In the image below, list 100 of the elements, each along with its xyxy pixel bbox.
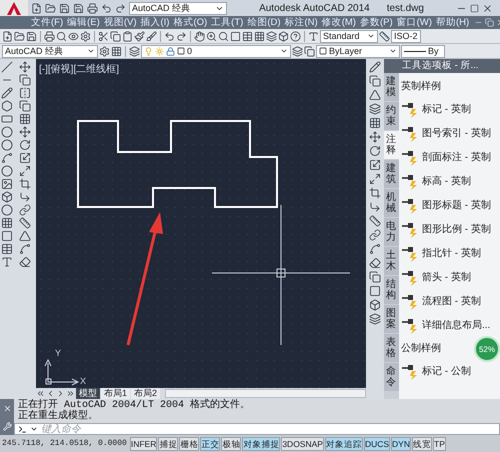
move-arrows-icon[interactable] [18,126,30,138]
wrench-icon[interactable] [2,422,12,430]
status-toggle[interactable]: DYN [391,436,411,450]
layers-icon[interactable] [129,46,140,56]
palette-tab[interactable]: 命令 [384,363,399,391]
line-icon[interactable] [1,61,13,73]
status-toggle[interactable]: 对象捕捉 [242,436,280,450]
speed-badge[interactable]: 52% [474,336,500,362]
palette-tab[interactable]: 建筑 [384,160,399,188]
scissors-icon[interactable] [98,30,109,42]
table-icon[interactable] [242,30,253,42]
brush-icon[interactable] [146,30,157,42]
grid-icon[interactable] [111,46,122,56]
palette-tool[interactable]: 图形比例 - 英制 [422,222,491,236]
viewport-label[interactable]: [-][俯视][二维线框] [39,62,119,76]
open-folder-icon[interactable] [14,30,25,42]
status-toggle[interactable]: 栅格 [179,436,200,450]
zoom-in-icon[interactable] [206,30,217,42]
spline-icon[interactable] [1,152,13,164]
status-toggle[interactable]: 对象追踪 [324,436,363,450]
palette-tab[interactable]: 结构 [384,276,399,304]
hand-icon[interactable] [194,30,205,42]
palette-tool[interactable]: 剖面标注 - 英制 [422,150,491,164]
gear-icon[interactable] [99,46,110,56]
rotate-icon[interactable] [369,145,381,157]
layers-icon[interactable] [369,103,381,115]
copy-icon[interactable] [369,75,381,87]
palette-tool[interactable]: 流程图 - 英制 [422,294,481,308]
palette-tab[interactable]: 注释 [384,131,399,159]
layout-tab[interactable]: 布局2 [131,388,160,399]
previous-tab-icon[interactable] [46,389,55,398]
eraser-icon[interactable] [18,256,30,268]
stretch-icon[interactable] [369,173,381,185]
printer-icon[interactable] [87,2,98,14]
open-folder-icon[interactable] [45,2,56,14]
redo-icon[interactable] [176,30,187,42]
palette-tab[interactable]: 机械 [384,189,399,217]
stretch-icon[interactable] [18,165,30,177]
menu-item[interactable]: 文件(F) [30,16,64,29]
drawing-canvas[interactable]: [-][俯视][二维线框] Y X [36,59,366,388]
text-icon[interactable] [1,256,13,268]
dim-style-dropdown[interactable]: ISO-2 [391,30,421,42]
workspace-dropdown[interactable]: AutoCAD 经典 [129,2,227,14]
rectangle-icon[interactable] [1,113,13,125]
save-icon[interactable] [59,2,70,14]
status-toggle[interactable]: DUCS [364,436,390,450]
rotate-icon[interactable] [18,139,30,151]
status-toggle[interactable]: INFER [130,436,158,450]
move-icon[interactable] [369,131,381,143]
magnifier-icon[interactable] [56,30,67,42]
palette-tool[interactable]: 标高 - 英制 [422,174,471,188]
polygon-icon[interactable] [1,100,13,112]
pencil-icon[interactable] [369,61,381,73]
palette-tool[interactable]: 图号索引 - 英制 [422,126,491,140]
first-tab-icon[interactable] [36,389,45,398]
undo-icon[interactable] [164,30,175,42]
palette-tab[interactable]: 约束 [384,102,399,130]
redo-icon[interactable] [115,2,126,14]
workspace-dropdown[interactable]: AutoCAD 经典 [2,44,98,58]
palette-tab[interactable]: 土木 [384,247,399,275]
app-menu-button[interactable] [0,0,28,16]
linetype-dropdown[interactable]: By [401,44,445,58]
palette-tab[interactable]: 图案 [384,305,399,333]
layout-tab[interactable]: 布局1 [101,388,130,399]
status-toggle[interactable]: TP [433,436,446,450]
eye-icon[interactable] [68,30,79,42]
move-icon[interactable] [18,61,30,73]
palette-tab[interactable]: 建模 [384,73,399,101]
save-as-icon[interactable] [73,2,84,14]
scale-icon[interactable] [18,152,30,164]
horizontal-scrollbar[interactable] [165,389,366,398]
status-toggle[interactable]: 线宽 [412,436,432,450]
status-toggle[interactable]: 极轴 [221,436,242,450]
palette-tab[interactable]: 表格 [384,334,399,362]
restore-icon[interactable] [485,18,494,27]
layers-icon[interactable] [266,30,277,42]
menu-item[interactable]: 格式(O) [172,16,208,29]
menu-item[interactable]: 窗口(W) [396,16,433,29]
palette-tool[interactable]: 图形标题 - 英制 [422,198,491,212]
palette-tool[interactable]: 标记 - 公制 [422,364,471,378]
text-style-icon[interactable] [308,30,319,42]
palette-tab[interactable]: 电力 [384,218,399,246]
color-dropdown[interactable]: ByLayer [316,44,400,58]
maximize-icon[interactable] [470,4,480,12]
grid-icon[interactable] [254,30,265,42]
printer-icon[interactable] [44,30,55,42]
table-icon[interactable] [1,243,13,255]
status-toggle[interactable]: 捕捉 [158,436,178,450]
text-style-dropdown[interactable]: Standard [320,30,378,42]
menu-item[interactable]: 修改(M) [320,16,357,29]
menu-item[interactable]: 帮助(H) [434,16,470,29]
zoom-icon[interactable] [218,30,229,42]
last-tab-icon[interactable] [66,389,75,398]
palette-tool[interactable]: 标记 - 英制 [422,102,471,116]
palette-tool[interactable]: 指北针 - 英制 [422,246,481,260]
box-icon[interactable] [278,30,289,42]
save-icon[interactable] [26,30,37,42]
menu-item[interactable]: 标注(N) [284,16,319,29]
clipboard-icon[interactable] [122,30,133,42]
help-icon[interactable] [290,30,301,42]
